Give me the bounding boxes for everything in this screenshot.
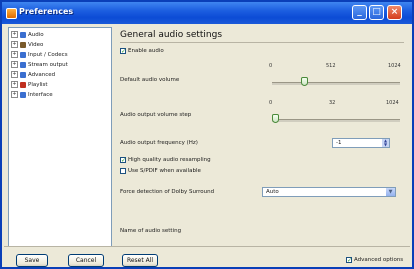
hq-resampling-label: High quality audio resampling xyxy=(128,157,211,163)
expand-icon[interactable]: + xyxy=(11,91,18,98)
hq-resampling-checkbox[interactable]: ✓ xyxy=(120,157,126,164)
default-volume-slider-track[interactable] xyxy=(272,82,400,85)
tree-item-advanced[interactable]: + Advanced xyxy=(11,71,55,79)
footer-divider xyxy=(4,246,410,247)
expand-icon[interactable]: + xyxy=(11,71,18,78)
stream-icon xyxy=(20,61,26,68)
tree-item-stream-output[interactable]: + Stream output xyxy=(11,61,68,69)
enable-audio-checkbox[interactable]: ✓ xyxy=(120,48,126,55)
tree-item-audio[interactable]: + Audio xyxy=(11,31,44,39)
advanced-icon xyxy=(20,71,26,78)
input-icon xyxy=(20,51,26,58)
cancel-button[interactable]: Cancel xyxy=(68,254,104,267)
advanced-options-checkbox[interactable]: ✓ xyxy=(346,256,352,263)
tree-item-label: Advanced xyxy=(28,72,56,78)
advanced-options-toggle[interactable]: ✓ Advanced options xyxy=(346,256,403,263)
advanced-options-label: Advanced options xyxy=(354,256,404,263)
volume-step-slider-track[interactable] xyxy=(272,119,400,122)
tree-item-label: Video xyxy=(28,42,44,48)
reset-all-button[interactable]: Reset All xyxy=(122,254,158,267)
speaker-icon xyxy=(20,31,26,38)
preferences-window: Preferences _ □ × + Audio + Video + Input /… xyxy=(0,0,414,269)
step-tick-mid: 32 xyxy=(329,100,336,106)
volume-step-slider-thumb[interactable] xyxy=(271,114,279,123)
dolby-label: Force detection of Dolby Surround xyxy=(120,189,215,195)
step-tick-max: 1024 xyxy=(386,100,399,106)
tree-item-input-codecs[interactable]: + Input / Codecs xyxy=(11,51,68,59)
expand-icon[interactable]: + xyxy=(11,41,18,48)
save-button[interactable]: Save xyxy=(16,254,48,267)
spdif-label: Use S/PDIF when available xyxy=(128,168,201,174)
spdif-checkbox[interactable] xyxy=(120,168,126,174)
tree-item-interface[interactable]: + Interface xyxy=(11,91,53,99)
window-title: Preferences xyxy=(19,7,74,16)
expand-icon[interactable]: + xyxy=(11,81,18,88)
default-volume-slider-thumb[interactable] xyxy=(301,77,308,86)
enable-audio-label: Enable audio xyxy=(128,48,164,54)
volume-step-label: Audio output volume step xyxy=(120,112,192,118)
minimize-button[interactable]: _ xyxy=(352,5,367,20)
tree-item-label: Playlist xyxy=(28,82,48,88)
interface-icon xyxy=(20,91,26,98)
expand-icon[interactable]: + xyxy=(11,31,18,38)
film-icon xyxy=(20,41,26,48)
tree-item-label: Audio xyxy=(28,32,44,38)
tree-item-label: Interface xyxy=(28,92,53,98)
title-bar[interactable]: Preferences _ □ × xyxy=(2,2,412,24)
step-tick-min: 0 xyxy=(269,100,273,106)
category-tree[interactable]: + Audio + Video + Input / Codecs + Stream ou… xyxy=(8,27,112,247)
playlist-icon xyxy=(20,81,26,88)
close-button[interactable]: × xyxy=(387,5,402,20)
panel-heading: General audio settings xyxy=(120,30,223,40)
tree-item-playlist[interactable]: + Playlist xyxy=(11,81,48,89)
default-volume-label: Default audio volume xyxy=(120,77,180,83)
tree-item-label: Input / Codecs xyxy=(28,52,68,58)
expand-icon[interactable]: + xyxy=(11,51,18,58)
chevron-down-icon[interactable]: ▼ xyxy=(386,188,395,196)
dolby-value: Auto xyxy=(266,189,279,195)
spin-arrows-icon[interactable]: ▲ ▼ xyxy=(382,139,389,147)
app-icon xyxy=(6,8,17,19)
expand-icon[interactable]: + xyxy=(11,61,18,68)
volume-tick-max: 1024 xyxy=(388,63,401,69)
sample-rate-spinbox[interactable]: -1 ▲ ▼ xyxy=(332,138,390,148)
sample-rate-label: Audio output frequency (Hz) xyxy=(120,140,198,146)
settings-panel: General audio settings ✓ Enable audio De… xyxy=(116,27,408,247)
heading-divider xyxy=(120,42,404,43)
setting-name-text: Name of audio setting xyxy=(120,228,182,234)
tree-item-video[interactable]: + Video xyxy=(11,41,43,49)
sample-rate-value: -1 xyxy=(336,140,342,146)
volume-tick-min: 0 xyxy=(269,63,273,69)
tree-item-label: Stream output xyxy=(28,62,68,68)
dolby-select[interactable]: Auto ▼ xyxy=(262,187,396,197)
volume-tick-mid: 512 xyxy=(326,63,336,69)
maximize-button[interactable]: □ xyxy=(369,5,384,20)
